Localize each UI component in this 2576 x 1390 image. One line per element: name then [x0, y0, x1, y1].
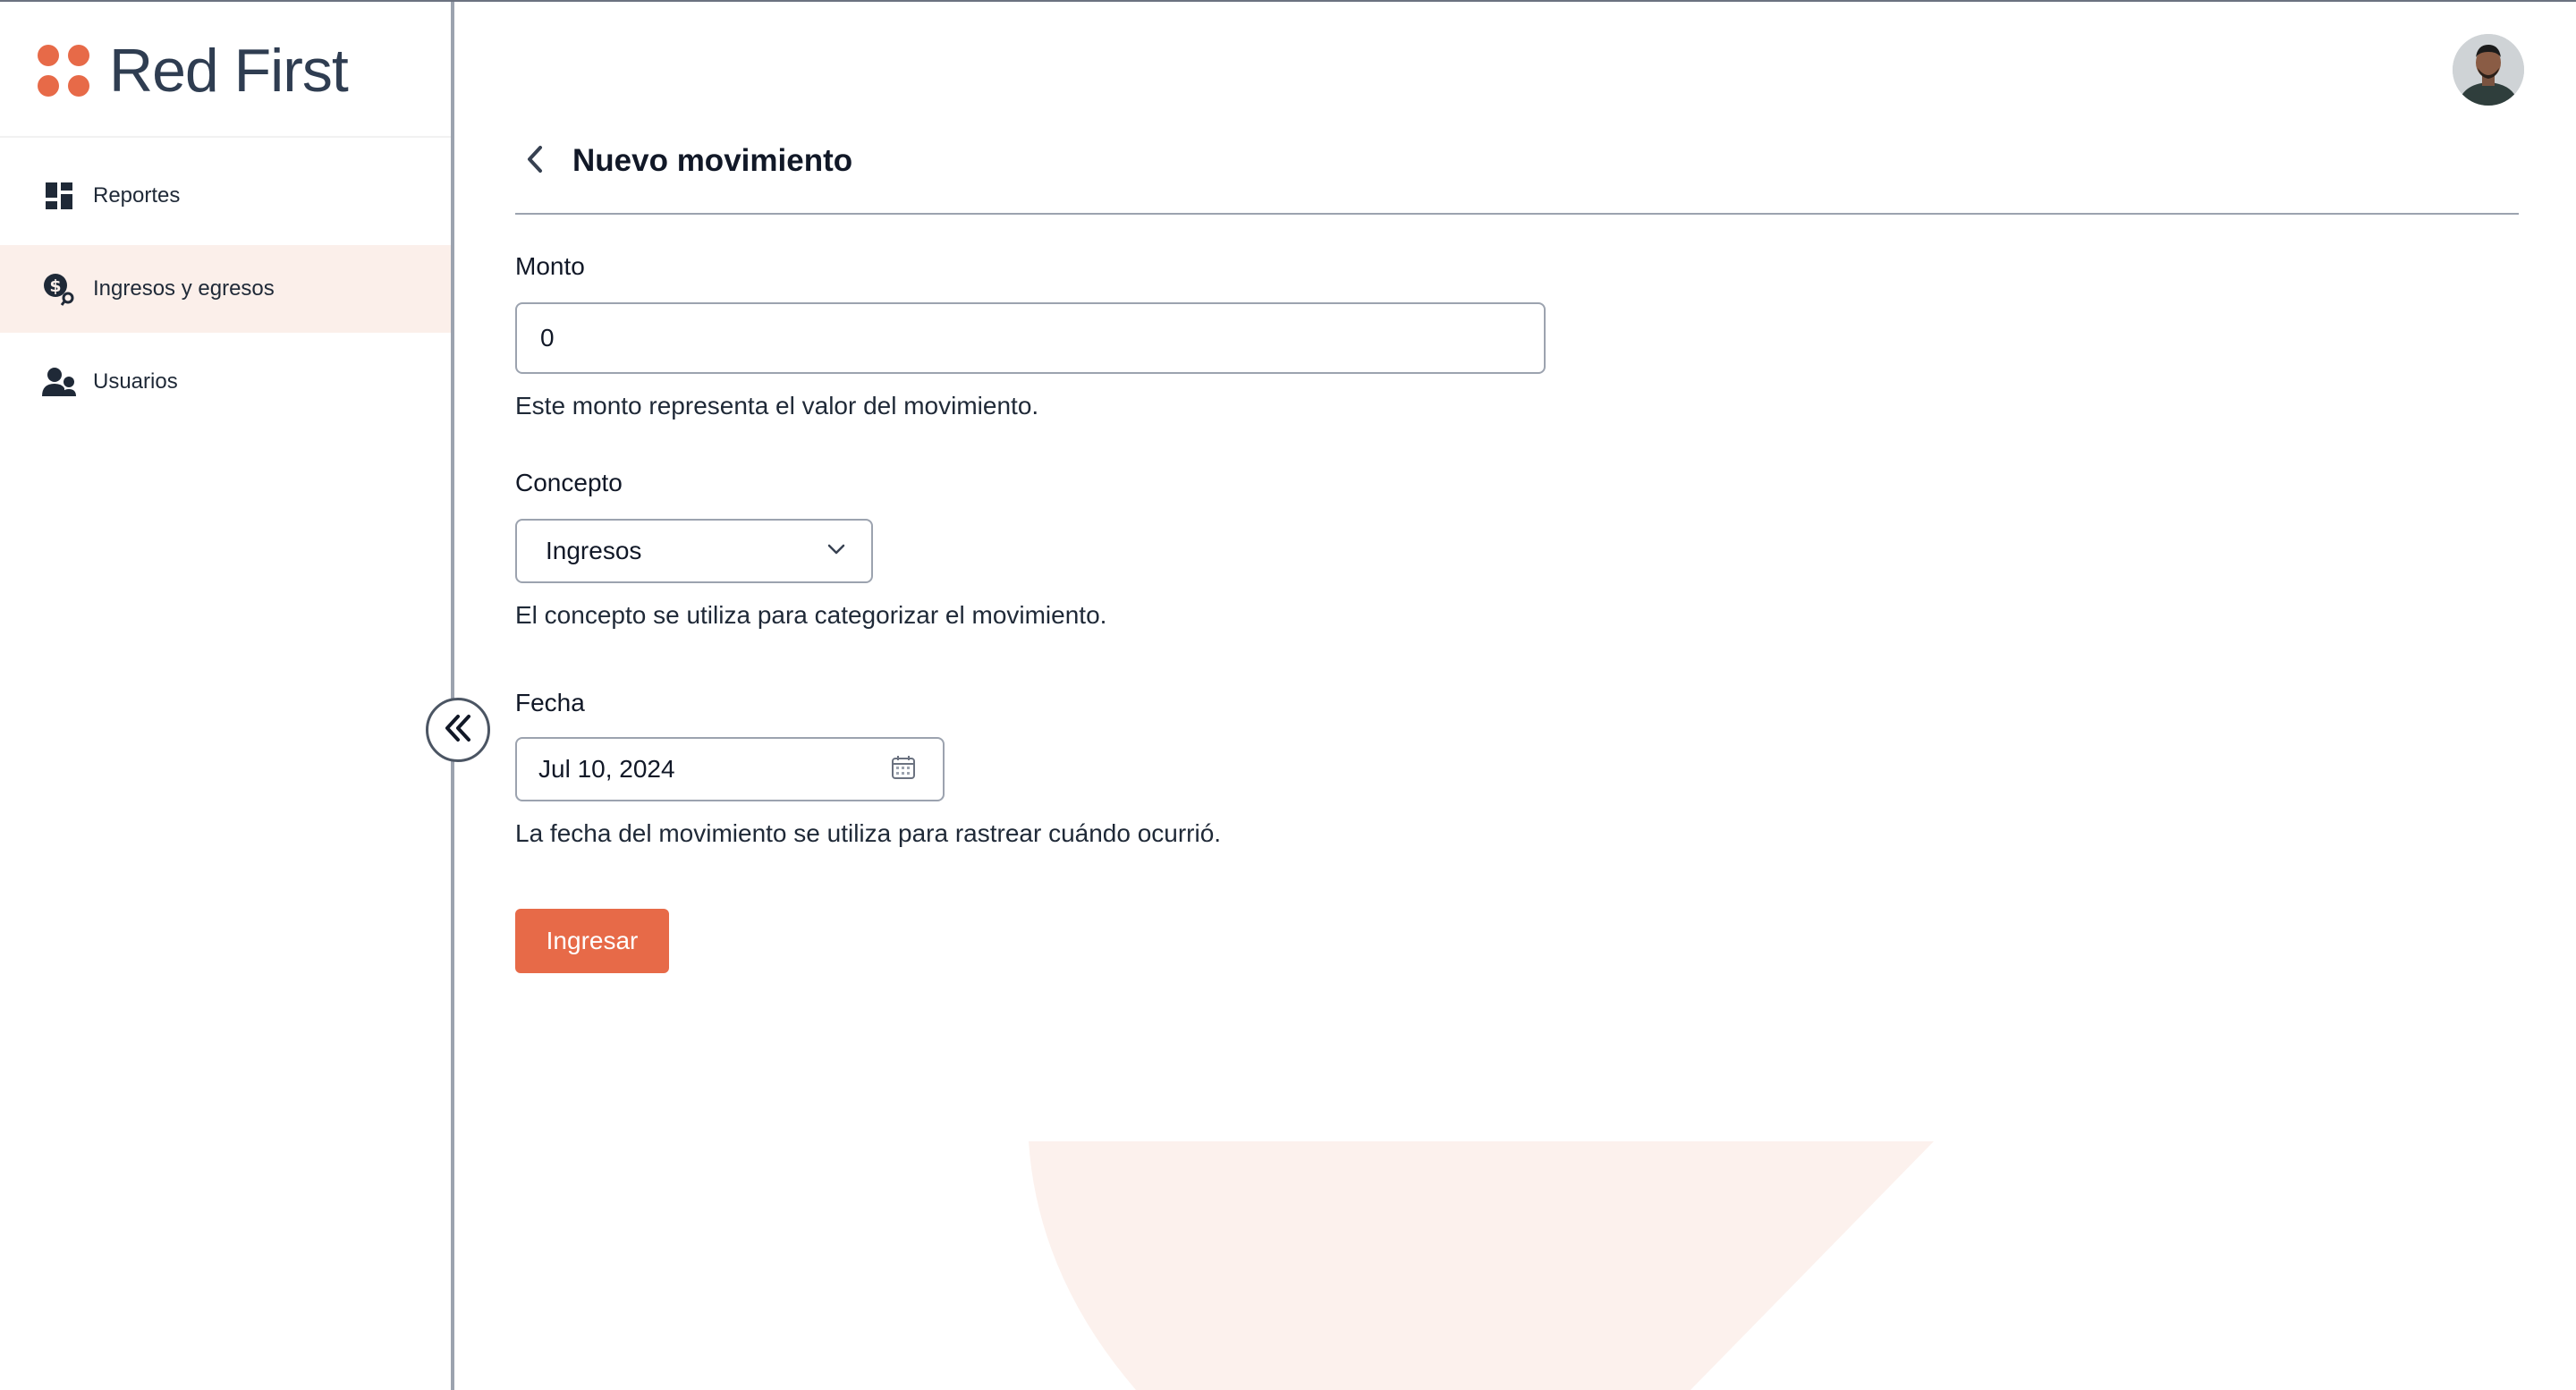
concept-label: Concepto — [515, 469, 623, 496]
sidebar: Red First Reportes $ Ingresos y egresos … — [0, 0, 454, 1390]
date-help-text: La fecha del movimiento se utiliza para … — [515, 819, 1222, 847]
sidebar-collapse-button[interactable] — [426, 698, 490, 762]
brand[interactable]: Red First — [38, 34, 349, 107]
sidebar-nav: Reportes $ Ingresos y egresos Usuarios — [0, 152, 451, 431]
concept-help-text: El concepto se utiliza para categorizar … — [515, 601, 1107, 629]
chevron-down-icon — [826, 543, 846, 560]
chevron-left-icon — [522, 144, 547, 179]
users-icon — [41, 364, 77, 400]
sidebar-item-reportes[interactable]: Reportes — [0, 152, 451, 240]
concept-select[interactable]: Ingresos — [515, 519, 873, 583]
page-title: Nuevo movimiento — [572, 143, 853, 178]
calendar-icon[interactable] — [891, 755, 916, 784]
page-header: Nuevo movimiento — [515, 134, 2519, 188]
brand-name: Red First — [109, 37, 349, 105]
sidebar-divider — [0, 136, 451, 138]
user-avatar-icon — [2453, 34, 2524, 106]
amount-help-text: Este monto representa el valor del movim… — [515, 392, 1039, 420]
sidebar-item-label: Reportes — [93, 183, 181, 208]
sidebar-item-label: Usuarios — [93, 369, 178, 394]
sidebar-item-ingresos-y-egresos[interactable]: $ Ingresos y egresos — [0, 245, 451, 333]
date-picker[interactable]: Jul 10, 2024 — [515, 737, 945, 801]
date-value: Jul 10, 2024 — [538, 755, 675, 783]
submit-button[interactable]: Ingresar — [515, 909, 669, 973]
main-content: Nuevo movimiento Monto Este monto repres… — [515, 134, 2519, 973]
money-search-icon: $ — [41, 271, 77, 307]
brand-logo-icon — [38, 45, 89, 97]
sidebar-item-label: Ingresos y egresos — [93, 276, 275, 301]
header-divider — [515, 213, 2519, 215]
background-decoration — [1029, 1141, 1934, 1390]
avatar[interactable] — [2453, 34, 2524, 106]
concept-selected-value: Ingresos — [546, 537, 642, 564]
date-label: Fecha — [515, 689, 585, 716]
sidebar-item-usuarios[interactable]: Usuarios — [0, 338, 451, 426]
svg-text:$: $ — [49, 276, 61, 296]
window-top-border — [0, 0, 2576, 2]
app: Red First Reportes $ Ingresos y egresos … — [0, 0, 2576, 1390]
amount-input[interactable] — [515, 302, 1546, 374]
amount-label: Monto — [515, 252, 585, 280]
dashboard-icon — [41, 178, 77, 214]
back-button[interactable] — [515, 141, 555, 181]
movement-form: Monto Este monto representa el valor del… — [515, 252, 2519, 973]
double-chevron-left-icon — [443, 713, 473, 748]
